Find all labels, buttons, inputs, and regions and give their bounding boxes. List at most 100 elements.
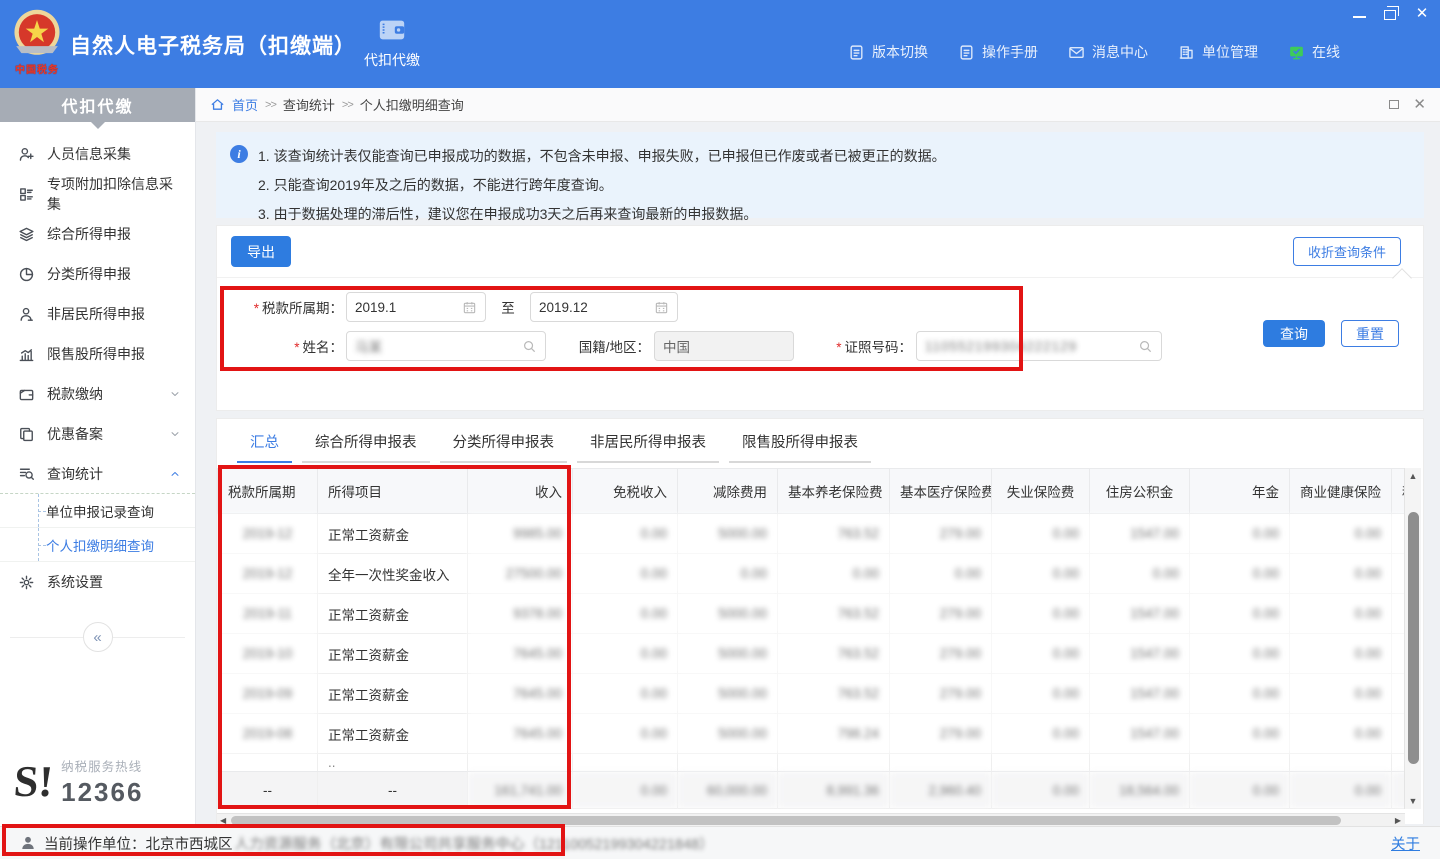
horizontal-scroll-thumb[interactable] (231, 816, 1341, 825)
tab-summary[interactable]: 汇总 (237, 431, 292, 463)
name-input[interactable]: 马某 (346, 331, 546, 361)
table-cell: 2019-12 (218, 514, 318, 554)
sidebar-item-system-settings[interactable]: 系统设置 (0, 562, 195, 602)
query-button[interactable]: 查询 (1263, 320, 1325, 347)
chevron-down-icon (169, 428, 181, 440)
id-number-input[interactable]: 110552199304222129 (916, 331, 1162, 361)
table-cell: 9378.00 (468, 594, 573, 634)
vertical-scroll-thumb[interactable] (1408, 512, 1419, 764)
top-nav-withholding[interactable]: 代扣代缴 (352, 14, 432, 70)
chevron-up-icon (169, 468, 181, 480)
horizontal-scrollbar[interactable]: ◀ ▶ (217, 813, 1405, 826)
table-cell: 2019-12 (218, 554, 318, 594)
sidebar-item-nonresident-income[interactable]: 非居民所得申报 (0, 294, 195, 334)
header-link-version-switch[interactable]: 版本切换 (848, 42, 928, 62)
reset-button[interactable]: 重置 (1341, 320, 1399, 347)
scroll-down-icon[interactable]: ▼ (1405, 793, 1421, 809)
table-cell: 279.00 (890, 714, 992, 754)
copy-icon (18, 426, 35, 443)
table-cell: 2019-08 (218, 714, 318, 754)
table-row: 2019-12全年一次性奖金收入27500.000.000.000.000.00… (218, 554, 1406, 594)
table-cell (573, 754, 678, 772)
status-bar: 当前操作单位：北京市西城区人力资源服务（北京）有限公司共享服务中心（121100… (0, 826, 1440, 859)
sidebar-item-query-statistics[interactable]: 查询统计 (0, 454, 195, 494)
result-table: 税款所属期所得项目收入免税收入减除费用基本养老保险费基本医疗保险费失业保险费住房… (217, 468, 1405, 809)
table-cell: 5000.00 (678, 714, 778, 754)
sidebar-subitem-personal-detail-query[interactable]: 个人扣缴明细查询 (0, 528, 195, 562)
online-icon (1288, 44, 1305, 61)
header-link-message-center[interactable]: 消息中心 (1068, 42, 1148, 62)
wallet2-icon (18, 386, 35, 403)
close-panel-icon[interactable]: ✕ (1413, 97, 1426, 112)
sidebar-item-restricted-shares[interactable]: 限售股所得申报 (0, 334, 195, 374)
close-icon[interactable]: ✕ (1414, 6, 1430, 20)
header-link-manual[interactable]: 操作手册 (958, 42, 1038, 62)
vertical-scrollbar[interactable]: ▲ ▼ (1404, 468, 1421, 809)
table-cell (1392, 754, 1406, 772)
breadcrumb-separator: >> (342, 99, 353, 111)
tab-nonresident[interactable]: 非居民所得申报表 (577, 431, 719, 463)
chevron-down-icon (169, 388, 181, 400)
table-cell: 5000.00 (678, 674, 778, 714)
column-header: 所得项目 (318, 469, 468, 514)
calendar-icon (462, 300, 477, 315)
table-cell: 正常工资薪金 (318, 594, 468, 634)
period-to-input[interactable]: 2019.12 (530, 292, 678, 322)
restore-icon[interactable] (1384, 10, 1396, 20)
sidebar-item-tax-payment[interactable]: 税款缴纳 (0, 374, 195, 414)
breadcrumb-separator: >> (265, 99, 276, 111)
table-cell: 0.00 (1290, 554, 1392, 594)
query-buttons: 查询 重置 (1263, 320, 1399, 347)
sidebar-item-label: 优惠备案 (47, 424, 103, 444)
nationality-label: 国籍/地区： (546, 336, 650, 356)
table-cell: 7645.00 (468, 634, 573, 674)
notice-lines: 1. 该查询统计表仅能查询已申报成功的数据，不包含未申报、申报失败，已申报但已作… (258, 142, 946, 208)
table-cell: 0.00 (573, 514, 678, 554)
table-cell: 2019-09 (218, 674, 318, 714)
form-list-icon (18, 186, 35, 203)
table-cell: 279.00 (890, 634, 992, 674)
collapse-conditions-button[interactable]: 收折查询条件 (1293, 237, 1401, 266)
query-form: *税款所属期： 2019.1 至 2019.12 *姓名： 马某 国籍/地区： … (217, 278, 1423, 361)
summary-cell: -- (318, 772, 468, 809)
sidebar-subitem-unit-declare-query[interactable]: 单位申报记录查询 (0, 494, 195, 528)
table-cell: 0.00 (573, 594, 678, 634)
tab-comprehensive[interactable]: 综合所得申报表 (302, 431, 430, 463)
column-header: 年金 (1190, 469, 1290, 514)
table-cell: 0.00 (573, 674, 678, 714)
header-link-label: 消息中心 (1092, 42, 1148, 62)
column-header: 税延养老保险 (1392, 469, 1406, 514)
breadcrumb-item: 个人扣缴明细查询 (360, 95, 464, 114)
chart-icon (18, 346, 35, 363)
sidebar-item-personnel-info[interactable]: 人员信息采集 (0, 134, 195, 174)
table-body: 2019-12正常工资薪金9985.000.005000.00763.52279… (218, 514, 1406, 809)
table-cell (1090, 754, 1190, 772)
header-link-org-manage[interactable]: 单位管理 (1178, 42, 1258, 62)
sidebar-collapse-button[interactable]: « (83, 622, 113, 652)
breadcrumb-home[interactable]: 首页 (232, 95, 258, 114)
sidebar-item-comprehensive-income[interactable]: 综合所得申报 (0, 214, 195, 254)
sidebar-item-special-deduction[interactable]: 专项附加扣除信息采集 (0, 174, 195, 214)
required-star: * (836, 340, 841, 355)
table-cell: 0.00 (1392, 714, 1406, 754)
period-from-input[interactable]: 2019.1 (346, 292, 486, 322)
sidebar-item-label: 分类所得申报 (47, 264, 131, 284)
sidebar-item-classified-income[interactable]: 分类所得申报 (0, 254, 195, 294)
table-cell: 0.00 (992, 714, 1090, 754)
sidebar-item-preferential-record[interactable]: 优惠备案 (0, 414, 195, 454)
minimize-icon[interactable] (1353, 9, 1366, 18)
export-button[interactable]: 导出 (231, 236, 291, 267)
table-cell: 0.00 (1290, 634, 1392, 674)
maximize-icon[interactable] (1389, 100, 1399, 109)
scroll-up-icon[interactable]: ▲ (1405, 468, 1421, 484)
summary-cell: 0.00 (1392, 772, 1406, 809)
result-panel: 汇总综合所得申报表分类所得申报表非居民所得申报表限售股所得申报表 税款所属期所得… (216, 418, 1424, 824)
sidebar-item-label: 非居民所得申报 (47, 304, 145, 324)
result-tabs: 汇总综合所得申报表分类所得申报表非居民所得申报表限售股所得申报表 (217, 419, 1423, 463)
summary-cell: 0.00 (1290, 772, 1392, 809)
about-link[interactable]: 关于 (1391, 833, 1420, 854)
header-link-online[interactable]: 在线 (1288, 42, 1340, 62)
summary-cell: 2,960.40 (890, 772, 992, 809)
tab-restricted[interactable]: 限售股所得申报表 (729, 431, 871, 463)
tab-classified[interactable]: 分类所得申报表 (440, 431, 568, 463)
